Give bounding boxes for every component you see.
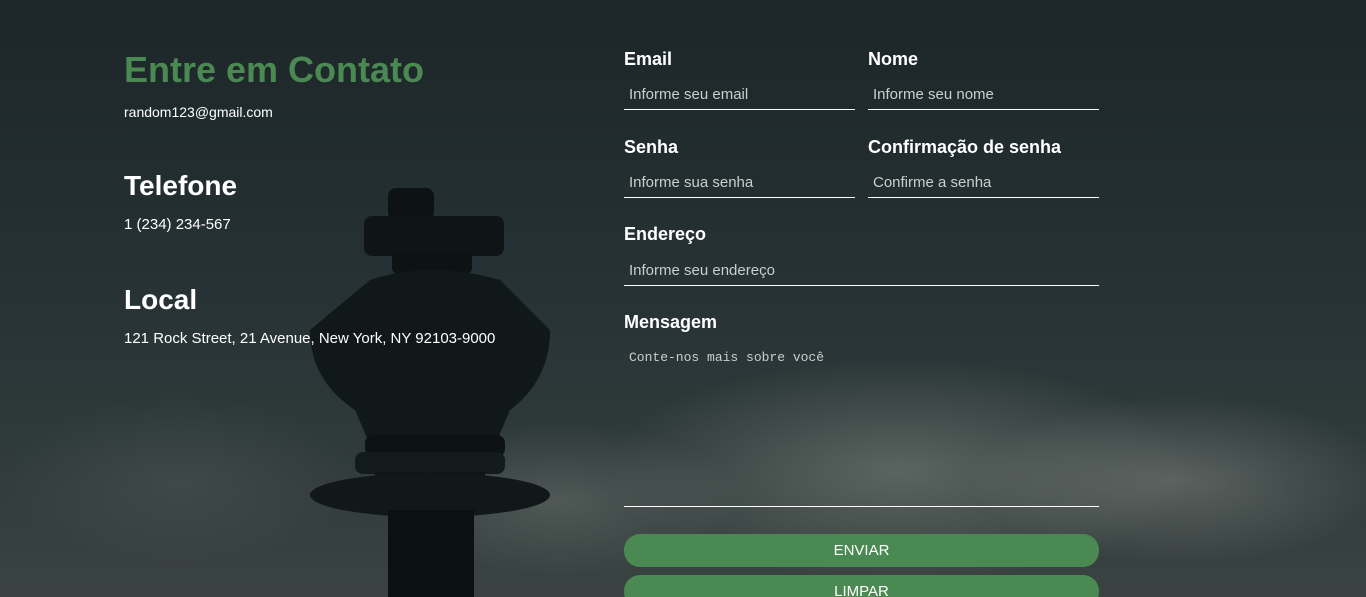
password-label: Senha <box>624 137 679 157</box>
email-label: Email <box>624 49 673 69</box>
phone-heading: Telefone <box>124 170 238 201</box>
name-field[interactable] <box>868 80 1099 110</box>
contact-email: random123@gmail.com <box>124 104 273 120</box>
chess-king-image <box>310 188 550 597</box>
address-value: 121 Rock Street, 21 Avenue, New York, NY… <box>124 330 496 347</box>
contact-info-panel: Entre em Contato random123@gmail.com Tel… <box>124 48 564 347</box>
address-field[interactable] <box>624 256 1099 286</box>
phone-value: 1 (234) 234-567 <box>124 216 231 233</box>
clear-button[interactable]: LIMPAR <box>624 575 1099 597</box>
message-label: Mensagem <box>624 312 718 332</box>
name-label: Nome <box>868 49 919 69</box>
password-field[interactable] <box>624 168 855 198</box>
confirm-password-label: Confirmação de senha <box>868 137 1062 157</box>
submit-button[interactable]: ENVIAR <box>624 534 1099 567</box>
message-textarea[interactable] <box>624 342 1099 507</box>
address-label: Endereço <box>624 224 707 244</box>
confirm-password-field[interactable] <box>868 168 1099 198</box>
location-heading: Local <box>124 284 198 315</box>
email-field[interactable] <box>624 80 855 110</box>
contact-title: Entre em Contato <box>124 49 425 90</box>
